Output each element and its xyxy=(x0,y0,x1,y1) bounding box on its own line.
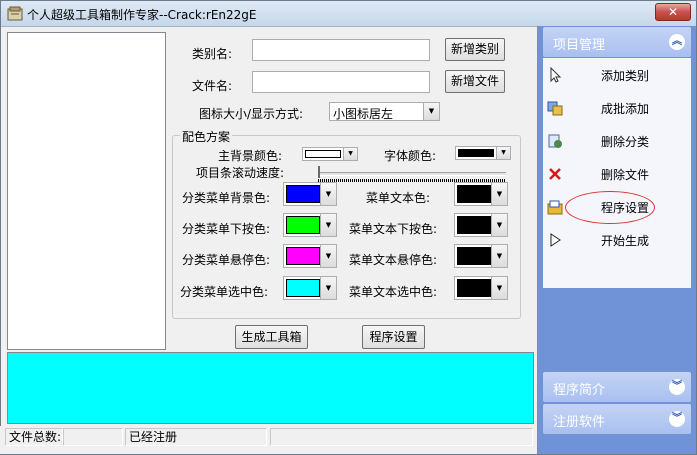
category-pressed-color-label: 分类菜单下按色: xyxy=(182,222,271,236)
icon-mode-value: 小图标居左 xyxy=(333,107,394,121)
chevron-down-icon[interactable]: ▼ xyxy=(320,245,336,267)
chevron-down-icon[interactable]: ▼ xyxy=(491,277,507,299)
scroll-speed-slider[interactable] xyxy=(318,172,506,176)
category-name-input[interactable] xyxy=(252,39,430,61)
menu-delete-category-label: 删除分类 xyxy=(601,135,650,149)
cursor-icon xyxy=(547,66,563,83)
category-bg-color-swatch xyxy=(286,185,320,203)
category-bg-color-label: 分类菜单背景色: xyxy=(182,191,271,205)
category-name-label: 类别名: xyxy=(192,47,233,61)
menu-start-generate-label: 开始生成 xyxy=(601,234,650,248)
menu-start-generate[interactable]: 开始生成 xyxy=(543,227,691,253)
file-name-input[interactable] xyxy=(252,71,430,93)
registration-status: 已经注册 xyxy=(125,428,267,446)
play-icon xyxy=(547,232,563,248)
batch-add-icon xyxy=(547,100,563,116)
chevron-down-icon[interactable]: ▼ xyxy=(320,183,336,205)
menu-text-selected-color-swatch xyxy=(457,279,491,297)
log-area[interactable] xyxy=(7,352,534,424)
project-management-body: 添加类别 成批添加 删除分类 删除文件 程序设置 开始生成 xyxy=(543,58,691,288)
chevron-down-icon[interactable]: ▼ xyxy=(320,277,336,299)
menu-text-color-label: 菜单文本色: xyxy=(366,191,431,205)
highlight-circle-annotation xyxy=(565,191,655,224)
program-intro-header[interactable]: 程序简介 ︾ xyxy=(543,372,691,402)
scroll-speed-label: 项目条滚动速度: xyxy=(196,166,285,180)
chevron-down-icon[interactable]: ▼ xyxy=(491,214,507,236)
register-software-header[interactable]: 注册软件 ︾ xyxy=(543,404,691,434)
menu-delete-file-label: 删除文件 xyxy=(601,168,650,182)
status-extra xyxy=(270,428,533,446)
menu-text-color-swatch xyxy=(457,185,491,203)
category-pressed-color-picker[interactable]: ▼ xyxy=(283,213,337,237)
category-list[interactable] xyxy=(7,32,166,350)
file-count-label: 文件总数: xyxy=(5,428,63,446)
chevron-down-icon[interactable]: ▼ xyxy=(343,148,357,160)
menu-batch-add-label: 成批添加 xyxy=(601,102,650,116)
close-button[interactable]: ✕ xyxy=(655,3,691,21)
status-bar: 文件总数: 已经注册 xyxy=(0,426,537,454)
category-pressed-color-swatch xyxy=(286,216,320,234)
title-bar: 个人超级工具箱制作专家--Crack:rEn22gE ✕ xyxy=(1,1,696,27)
category-hover-color-picker[interactable]: ▼ xyxy=(283,244,337,268)
menu-text-pressed-color-picker[interactable]: ▼ xyxy=(454,213,508,237)
generate-toolbox-button[interactable]: 生成工具箱 xyxy=(235,325,308,349)
menu-text-hover-color-picker[interactable]: ▼ xyxy=(454,244,508,268)
chevron-down-icon[interactable]: ▼ xyxy=(320,214,336,236)
category-hover-color-swatch xyxy=(286,247,320,265)
category-bg-color-picker[interactable]: ▼ xyxy=(283,182,337,206)
expand-icon[interactable]: ︾ xyxy=(669,411,685,427)
chevron-down-icon[interactable]: ▼ xyxy=(491,183,507,205)
menu-delete-file[interactable]: 删除文件 xyxy=(543,161,691,187)
menu-text-selected-color-label: 菜单文本选中色: xyxy=(349,285,438,299)
category-selected-color-swatch xyxy=(286,279,320,297)
add-file-button[interactable]: 新增文件 xyxy=(445,70,505,93)
menu-text-pressed-color-swatch xyxy=(457,216,491,234)
register-software-title: 注册软件 xyxy=(553,415,606,430)
font-color-picker[interactable]: ▼ xyxy=(455,146,511,160)
settings-icon xyxy=(547,199,563,215)
add-category-button[interactable]: 新增类别 xyxy=(445,38,505,61)
project-management-header[interactable]: 项目管理 ︽ xyxy=(543,27,691,57)
program-intro-title: 程序简介 xyxy=(553,383,606,398)
category-selected-color-label: 分类菜单选中色: xyxy=(180,285,269,299)
menu-text-pressed-color-label: 菜单文本下按色: xyxy=(349,222,438,236)
delete-file-icon xyxy=(547,166,563,182)
main-bg-color-swatch xyxy=(305,150,341,158)
menu-text-hover-color-label: 菜单文本悬停色: xyxy=(349,253,438,267)
icon-mode-label: 图标大小/显示方式: xyxy=(199,107,304,121)
menu-add-category[interactable]: 添加类别 xyxy=(543,62,691,88)
menu-text-hover-color-swatch xyxy=(457,247,491,265)
main-bg-color-label: 主背景颜色: xyxy=(218,149,283,163)
category-hover-color-label: 分类菜单悬停色: xyxy=(182,253,271,267)
program-settings-button[interactable]: 程序设置 xyxy=(362,325,425,349)
font-color-label: 字体颜色: xyxy=(384,149,437,163)
main-bg-color-picker[interactable]: ▼ xyxy=(302,147,358,161)
file-name-label: 文件名: xyxy=(192,79,233,93)
delete-category-icon xyxy=(547,133,563,149)
menu-delete-category[interactable]: 删除分类 xyxy=(543,128,691,154)
chevron-down-icon[interactable]: ▼ xyxy=(496,147,510,159)
menu-text-selected-color-picker[interactable]: ▼ xyxy=(454,276,508,300)
task-panel: 项目管理 ︽ 添加类别 成批添加 删除分类 删除文件 程序设置 开始生成 程序简… xyxy=(537,26,696,454)
chevron-down-icon[interactable]: ▼ xyxy=(491,245,507,267)
color-scheme-title: 配色方案 xyxy=(180,128,233,145)
menu-text-color-picker[interactable]: ▼ xyxy=(454,182,508,206)
menu-add-category-label: 添加类别 xyxy=(601,69,650,83)
window-title: 个人超级工具箱制作专家--Crack:rEn22gE xyxy=(27,8,257,22)
menu-batch-add[interactable]: 成批添加 xyxy=(543,95,691,121)
expand-icon[interactable]: ︾ xyxy=(669,379,685,395)
project-management-title: 项目管理 xyxy=(553,38,606,53)
chevron-down-icon[interactable]: ▼ xyxy=(423,103,439,120)
file-count-value xyxy=(63,428,123,446)
font-color-swatch xyxy=(458,149,494,157)
collapse-icon[interactable]: ︽ xyxy=(669,34,685,50)
category-selected-color-picker[interactable]: ▼ xyxy=(283,276,337,300)
icon-mode-select[interactable]: 小图标居左 ▼ xyxy=(329,102,440,121)
scroll-speed-slider-thumb[interactable] xyxy=(318,166,320,178)
app-icon xyxy=(7,6,23,21)
